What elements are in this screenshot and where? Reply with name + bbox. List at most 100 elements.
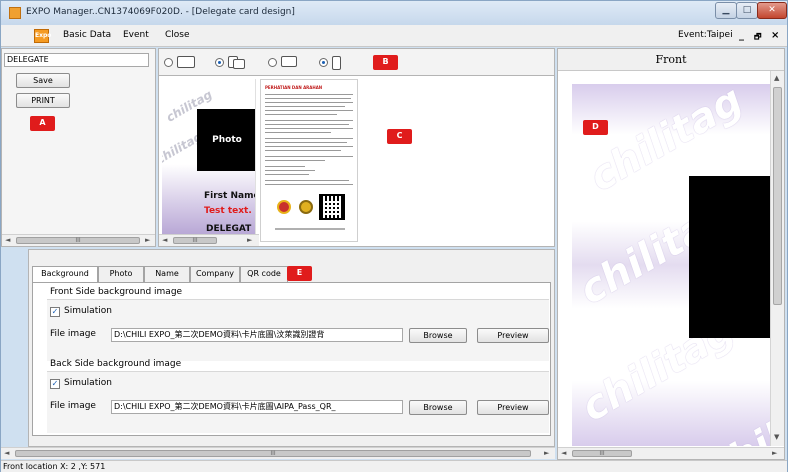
scroll-right-icon[interactable]: ► [145,236,150,244]
layout-radio-1[interactable] [164,58,173,67]
menu-basic-data[interactable]: Basic Data [63,30,111,40]
minimize-window-button[interactable]: ▁ [715,2,737,19]
scroll-thumb[interactable]: III [15,450,531,457]
mdi-restore-button[interactable]: 🗗 [754,31,762,45]
front-card-preview[interactable]: chilitag chilitag chilitag chilitag [572,84,770,446]
card-type-label[interactable]: DELEGAT [206,224,251,234]
preview-horizontal-scrollbar[interactable]: ◄ III ► [558,447,784,459]
layout-options-bar: B [159,49,554,76]
marker-d: D [583,120,608,135]
scroll-left-icon[interactable]: ◄ [561,449,566,457]
card-back-thumbnail[interactable]: PERHATIAN DAN ARAHAN [260,79,358,242]
front-simulation-checkbox[interactable]: ✓ [50,307,60,317]
settings-panel: Background Photo Name Company QR code E … [28,249,555,447]
scroll-right-icon[interactable]: ► [772,449,777,457]
scroll-left-icon[interactable]: ◄ [4,449,9,457]
scroll-thumb[interactable]: III [16,237,140,244]
print-button[interactable]: PRINT [16,93,70,108]
scroll-up-icon[interactable]: ▲ [774,74,779,82]
menu-event[interactable]: Event [123,30,149,40]
layout-radio-2[interactable] [215,58,224,67]
back-heading: PERHATIAN DAN ARAHAN [265,85,323,90]
app-window: EXPO Manager..CN1374069F020D. - [Delegat… [0,0,788,472]
back-background-title: Back Side background image [50,359,182,369]
left-panel-scrollbar[interactable]: ◄ III ► [2,234,155,246]
back-text-line [265,98,351,99]
card-front-thumbnail[interactable]: chilitag chilitag Photo First Name Test … [162,79,256,234]
photo-placeholder[interactable]: Photo [197,109,255,171]
expo-logo-icon: Expo [34,29,51,43]
front-file-path-input[interactable]: D:\CHILI EXPO_第二次DEMO資料\卡片底圖\汶萊識別證背 [111,328,403,342]
back-background-group: ✓ Simulation File image D:\CHILI EXPO_第二… [47,371,549,433]
card-design-panel: B chilitag chilitag Photo First Name Tes… [158,48,555,247]
preview-watermark-4: chilitag [699,371,770,446]
status-bar: Front location X: 2 ,Y: 571 [1,460,787,472]
back-text-line [265,94,353,95]
title-bar: EXPO Manager..CN1374069F020D. - [Delegat… [1,1,787,25]
tab-company[interactable]: Company [190,266,240,282]
tab-name[interactable]: Name [144,266,190,282]
single-card-icon [281,56,297,67]
front-browse-button[interactable]: Browse [409,328,467,343]
card-design-scrollbar[interactable]: ◄ III ► [159,234,259,246]
save-button[interactable]: Save [16,73,70,88]
landscape-card-icon [177,56,195,68]
back-text-line [265,160,325,161]
left-panel: DELEGATE Save PRINT A ◄ III ► [1,48,156,247]
back-simulation-checkbox[interactable]: ✓ [50,379,60,389]
scroll-right-icon[interactable]: ► [544,449,549,457]
tab-qr-code[interactable]: QR code [240,266,288,282]
back-simulation-label: Simulation [64,378,112,388]
back-text-line [265,138,353,139]
marker-b: B [373,55,398,70]
tab-background[interactable]: Background [32,266,98,283]
back-text-line [265,102,353,103]
back-text-line [265,184,353,185]
marker-c: C [387,129,412,144]
scroll-left-icon[interactable]: ◄ [5,236,10,244]
back-text-line [265,146,353,147]
maximize-window-button[interactable]: □ [736,2,758,19]
test-text-field[interactable]: Test text. [204,206,252,216]
first-name-field[interactable]: First Name [204,191,255,201]
scroll-left-icon[interactable]: ◄ [162,236,167,244]
scroll-down-icon[interactable]: ▼ [774,433,779,441]
scroll-thumb[interactable]: III [173,237,217,244]
mdi-close-button[interactable]: × [771,30,779,41]
back-text-line [265,128,353,129]
back-text-line [265,132,331,133]
window-title: EXPO Manager..CN1374069F020D. - [Delegat… [26,7,295,17]
back-text-line [265,142,347,143]
scroll-right-icon[interactable]: ► [247,236,252,244]
layout-radio-3[interactable] [268,58,277,67]
preview-header: Front [558,49,784,71]
mdi-minimize-button[interactable]: _ [739,30,744,41]
back-text-line [265,180,349,181]
seal-icon [277,200,291,214]
scroll-thumb[interactable] [773,87,782,305]
back-text-line [265,174,309,175]
front-simulation-label: Simulation [64,306,112,316]
card-type-field[interactable]: DELEGATE [4,53,149,67]
back-browse-button[interactable]: Browse [409,400,467,415]
front-file-image-label: File image [50,329,96,339]
back-preview-button[interactable]: Preview [477,400,549,415]
layout-radio-4[interactable] [319,58,328,67]
menu-close[interactable]: Close [165,30,190,40]
app-icon [9,7,21,19]
back-text-line [265,114,337,115]
main-horizontal-scrollbar[interactable]: ◄ III ► [1,447,555,459]
back-file-image-label: File image [50,401,96,411]
preview-vertical-scrollbar[interactable]: ▲ ▼ [770,71,784,446]
tab-photo[interactable]: Photo [98,266,144,282]
back-file-path-input[interactable]: D:\CHILI EXPO_第二次DEMO資料\卡片底圖\AIPA_Pass_Q… [111,400,403,414]
menu-bar: Expo Basic Data Event Close Event:Taipei… [1,25,787,47]
close-window-button[interactable]: ✕ [757,2,787,19]
back-footer-line [275,228,345,230]
marker-a: A [30,116,55,131]
front-preview-button[interactable]: Preview [477,328,549,343]
marker-e: E [287,266,312,281]
back-text-line [265,150,341,151]
back-text-line [265,156,353,157]
scroll-thumb[interactable]: III [572,450,632,457]
